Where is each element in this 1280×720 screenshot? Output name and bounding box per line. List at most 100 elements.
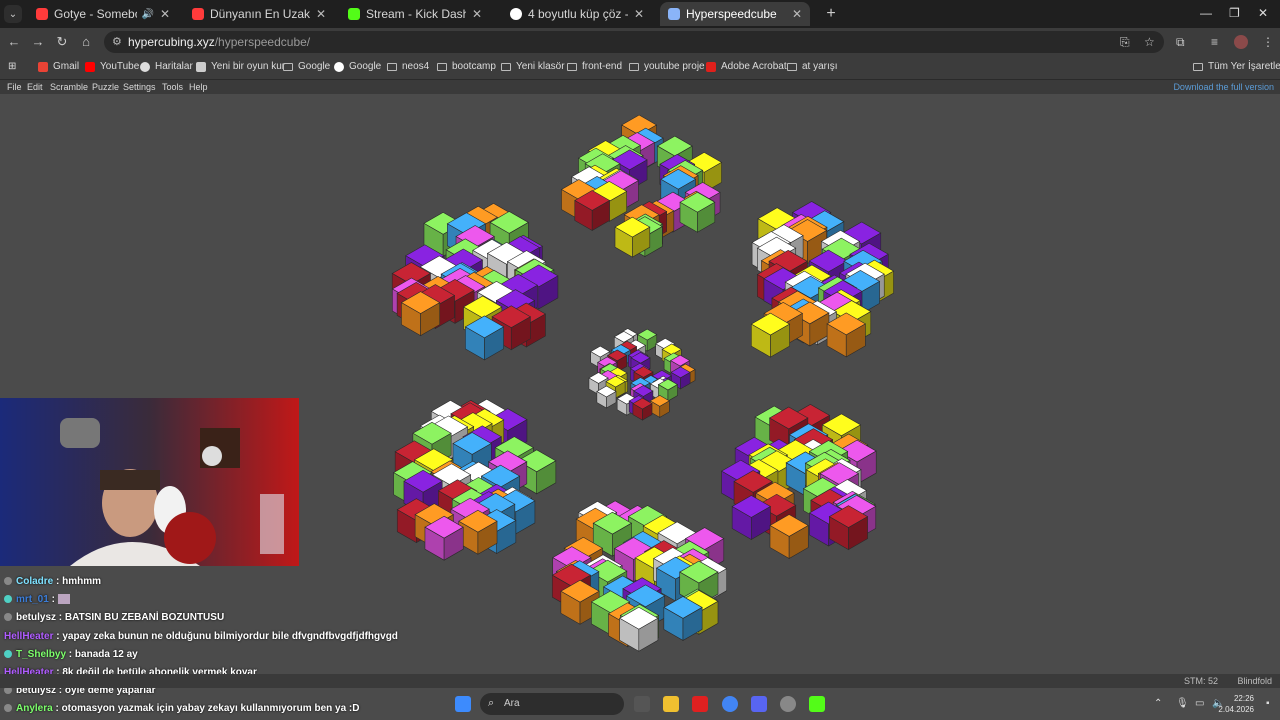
close-icon[interactable]: ✕ — [792, 7, 802, 21]
task-view-icon[interactable] — [634, 696, 650, 712]
menu-puzzle[interactable]: Puzzle — [92, 82, 119, 92]
tab-4[interactable]: 4 boyutlu küp çöz - Google'da ✕ — [502, 2, 652, 26]
tab-strip: ⌄ Gotye - Somebody That I U 🔊 ✕ Dünyanın… — [0, 0, 1280, 28]
speaker-icon[interactable]: 🔊 — [141, 9, 153, 20]
close-icon[interactable]: ✕ — [472, 7, 482, 21]
microphone-icon[interactable]: 🎙 — [1176, 698, 1189, 709]
tab-3[interactable]: Stream - Kick Dashboard ✕ — [340, 2, 490, 26]
kick-icon — [348, 8, 360, 20]
minimize-button[interactable]: — — [1200, 6, 1212, 20]
maps-icon — [140, 61, 150, 72]
discord-icon[interactable] — [751, 696, 767, 712]
bookmark-bootcamp[interactable]: bootcamp — [437, 61, 496, 72]
close-window-button[interactable]: ✕ — [1258, 6, 1268, 20]
tab-groups-icon[interactable]: ≡ — [1211, 35, 1218, 49]
all-bookmarks[interactable]: Tüm Yer İşaretleri — [1193, 61, 1280, 72]
chat-message: betulysz : BATSIN BU ZEBANİ BOZUNTUSU — [4, 612, 224, 623]
close-icon[interactable]: ✕ — [316, 7, 326, 21]
emote-icon — [57, 594, 70, 605]
bookmark-youtube[interactable]: YouTube — [85, 61, 139, 72]
bookmark-gmail[interactable]: Gmail — [38, 61, 79, 72]
chat-text: BATSIN BU ZEBANİ BOZUNTUSU — [64, 612, 225, 623]
bookmark-label: front-end — [582, 61, 623, 72]
kick-app-icon[interactable] — [809, 696, 825, 712]
bookmark-label: Gmail — [53, 61, 80, 72]
menu-icon[interactable]: ⋮ — [1262, 35, 1274, 49]
youtube-app-icon[interactable] — [692, 696, 708, 712]
bookmark-google[interactable]: Google — [334, 61, 381, 72]
taskbar-search[interactable]: ⌕ Ara — [480, 693, 624, 715]
restore-button[interactable]: ❐ — [1229, 6, 1240, 20]
tab-2[interactable]: Dünyanın En Uzak Adasına Gitt ✕ — [184, 2, 334, 26]
bookmark-youtube-proje[interactable]: youtube proje — [629, 61, 705, 72]
bookmark-label: at yarışı — [802, 61, 838, 72]
chat-user: T_Shelbyy — [16, 649, 67, 660]
notifications-icon[interactable]: ▪ — [1266, 698, 1270, 709]
tab-5[interactable]: Hyperspeedcube ✕ — [660, 2, 810, 26]
reload-icon[interactable]: ↻ — [54, 34, 70, 50]
chat-user: HellHeater — [4, 631, 54, 642]
new-tab-button[interactable]: + — [822, 5, 840, 23]
bookmark-label: bootcamp — [452, 61, 496, 72]
site-info-icon[interactable]: ⚙ — [112, 35, 122, 48]
folder-icon — [283, 62, 293, 71]
bookmark-google-folder[interactable]: Google — [283, 61, 330, 72]
back-icon[interactable]: ← — [6, 34, 22, 50]
url-text[interactable]: hypercubing.xyz/hyperspeedcube/ — [128, 35, 310, 49]
search-icon: ⌕ — [488, 697, 495, 709]
folder-icon — [567, 62, 577, 71]
acrobat-icon — [706, 61, 716, 72]
bookmark-acrobat[interactable]: Adobe Acrobat — [706, 61, 787, 72]
avatar[interactable] — [1234, 35, 1248, 49]
tray-chevron-icon[interactable]: ⌃ — [1154, 698, 1162, 709]
chrome-icon[interactable] — [722, 696, 738, 712]
install-icon[interactable]: ⎘ — [1120, 35, 1130, 50]
bookmark-game[interactable]: Yeni bir oyun kur — [196, 61, 285, 72]
file-explorer-icon[interactable] — [663, 696, 679, 712]
home-icon[interactable]: ⌂ — [78, 34, 94, 50]
chat-user: Coladre — [16, 576, 54, 587]
chat-message: mrt_01 : — [4, 594, 70, 605]
blindfold-toggle[interactable]: Blindfold — [1237, 676, 1272, 686]
menu-edit[interactable]: Edit — [27, 82, 43, 92]
chat-user: betulysz — [16, 612, 57, 623]
bookmark-at-yarisi[interactable]: at yarışı — [787, 61, 838, 72]
menu-tools[interactable]: Tools — [162, 82, 183, 92]
folder-icon — [437, 62, 447, 71]
menu-settings[interactable]: Settings — [123, 82, 156, 92]
badge-icon — [4, 595, 12, 604]
star-icon[interactable]: ☆ — [1144, 35, 1155, 49]
bookmark-front-end[interactable]: front-end — [567, 61, 622, 72]
tab-title: Dünyanın En Uzak Adasına Gitt — [210, 7, 310, 21]
tab-search-button[interactable]: ⌄ — [4, 5, 22, 23]
close-icon[interactable]: ✕ — [160, 7, 170, 21]
game-icon — [196, 61, 206, 72]
start-icon[interactable] — [455, 696, 471, 712]
bookmark-label: Yeni klasör — [516, 61, 565, 72]
tab-title: Gotye - Somebody That I U — [54, 7, 137, 21]
forward-icon[interactable]: → — [30, 34, 46, 50]
close-icon[interactable]: ✕ — [634, 7, 644, 21]
badge-icon — [4, 650, 12, 659]
folder-icon — [1193, 62, 1203, 71]
extensions-icon[interactable]: ⧉ — [1176, 35, 1185, 50]
folder-icon — [501, 62, 511, 71]
bookmark-yeni-klasor[interactable]: Yeni klasör — [501, 61, 565, 72]
menu-scramble[interactable]: Scramble — [50, 82, 88, 92]
clock[interactable]: 22:26 2.04.2026 — [1218, 693, 1254, 715]
bookmark-maps[interactable]: Haritalar — [140, 61, 193, 72]
bookmark-label: Adobe Acrobat — [721, 61, 787, 72]
gmail-icon — [38, 61, 48, 72]
network-icon[interactable]: ▭ — [1195, 698, 1204, 709]
download-full-version-link[interactable]: Download the full version — [1173, 82, 1274, 92]
youtube-icon — [36, 8, 48, 20]
tab-1[interactable]: Gotye - Somebody That I U 🔊 ✕ — [28, 2, 178, 26]
bookmark-label: Google — [298, 61, 331, 72]
obs-icon[interactable] — [780, 696, 796, 712]
menu-file[interactable]: File — [7, 82, 22, 92]
apps-icon[interactable]: ⊞ — [8, 61, 16, 72]
google-icon — [510, 8, 522, 20]
address-bar[interactable]: ⚙ hypercubing.xyz/hyperspeedcube/ ⎘ ☆ — [104, 31, 1164, 53]
menu-help[interactable]: Help — [189, 82, 208, 92]
bookmark-neos4[interactable]: neos4 — [387, 61, 429, 72]
